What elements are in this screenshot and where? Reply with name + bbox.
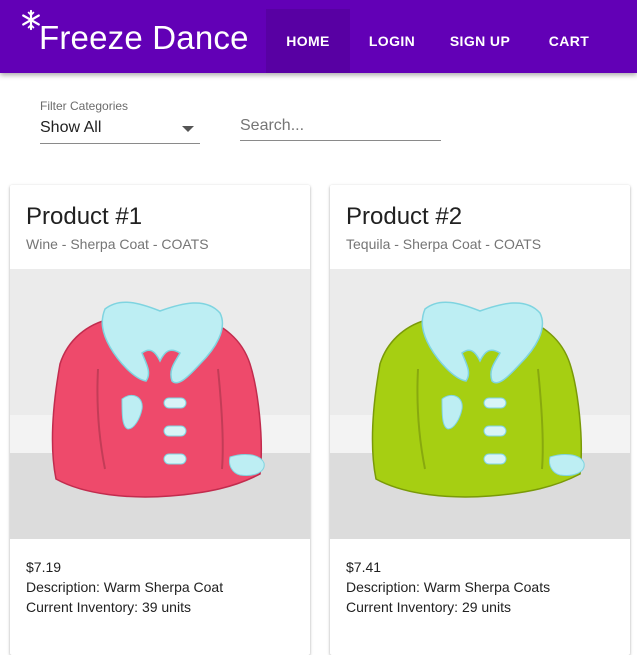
nav-cart-button[interactable]: CART xyxy=(526,9,612,73)
nav-login-button[interactable]: LOGIN xyxy=(350,9,434,73)
product-price: $7.19 xyxy=(26,559,62,575)
nav-home-button[interactable]: HOME xyxy=(266,9,350,73)
nav-signup-button[interactable]: SIGN UP xyxy=(434,9,526,73)
product-card[interactable]: Product #1 Wine - Sherpa Coat - COATS $7… xyxy=(10,185,310,655)
search-field xyxy=(240,112,441,142)
product-info: $7.19 Description: Warm Sherpa Coat Curr… xyxy=(26,557,223,617)
product-image[interactable] xyxy=(330,269,630,539)
coat-icon xyxy=(371,301,585,498)
product-title: Product #2 xyxy=(346,203,463,230)
product-subtitle: Tequila - Sherpa Coat - COATS xyxy=(346,236,542,252)
dropdown-arrow-icon xyxy=(182,126,194,132)
product-inventory: Current Inventory: 29 units xyxy=(346,599,511,615)
product-card[interactable]: Product #2 Tequila - Sherpa Coat - COATS… xyxy=(330,185,630,655)
product-info: $7.41 Description: Warm Sherpa Coats Cur… xyxy=(346,557,550,617)
category-filter-select[interactable]: Filter Categories Show All xyxy=(40,99,200,145)
product-description: Description: Warm Sherpa Coats xyxy=(346,579,551,595)
top-nav: HOME LOGIN SIGN UP CART xyxy=(266,9,612,73)
coat-icon xyxy=(51,301,265,498)
product-description: Description: Warm Sherpa Coat xyxy=(26,579,224,595)
product-inventory: Current Inventory: 39 units xyxy=(26,599,191,615)
search-underline xyxy=(240,140,441,141)
search-input[interactable] xyxy=(240,112,441,140)
product-price: $7.41 xyxy=(346,559,382,575)
product-image[interactable] xyxy=(10,269,310,539)
app-bar: Freeze Dance HOME LOGIN SIGN UP CART xyxy=(0,0,637,73)
product-title: Product #1 xyxy=(26,203,143,230)
filter-selected-value: Show All xyxy=(40,119,102,136)
filter-underline xyxy=(40,143,200,144)
filter-label: Filter Categories xyxy=(40,99,129,113)
product-subtitle: Wine - Sherpa Coat - COATS xyxy=(26,236,209,252)
app-title: Freeze Dance xyxy=(39,19,249,56)
